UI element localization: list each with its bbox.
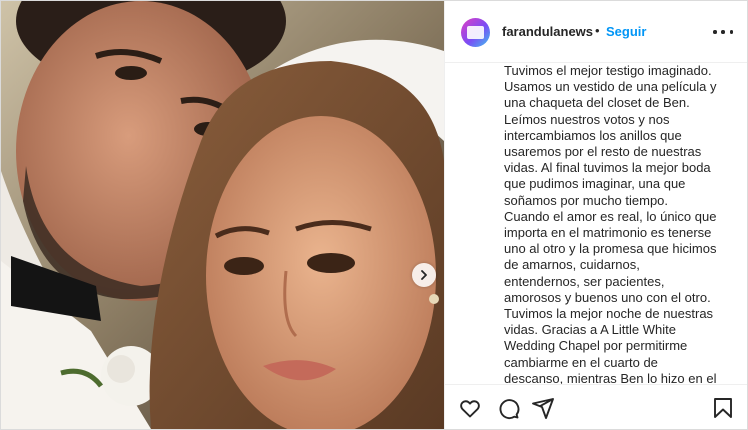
caption-line: importa en el matrimonio es tenerse <box>504 225 712 241</box>
author-username[interactable]: farandulanews <box>502 24 593 39</box>
next-image-button[interactable] <box>412 263 436 287</box>
paper-plane-icon[interactable] <box>531 396 555 420</box>
post-caption: Tuvimos el mejor testigo imaginado. Usamo… <box>504 63 734 384</box>
caption-line: uno al otro y la promesa que hicimos <box>504 241 717 257</box>
caption-line: intercambiamos los anillos que <box>504 127 682 143</box>
caption-line: de amarnos, cuidarnos, <box>504 257 640 273</box>
follow-button[interactable]: Seguir <box>606 24 646 39</box>
caption-line: Cuando el amor es real, lo único que <box>504 208 717 224</box>
instagram-post: farandulanews • Seguir Tuvimos el mejor … <box>0 0 748 430</box>
caption-line: Usamos un vestido de una película y <box>504 79 717 95</box>
caption-line: que pudimos imaginar, una que <box>504 176 686 192</box>
couple-selfie-image <box>1 1 444 429</box>
caption-line: entendernos, ser pacientes, <box>504 273 665 289</box>
caption-line: soñamos por mucho tiempo. <box>504 192 669 208</box>
caption-line: Wedding Chapel por permitirme <box>504 338 688 354</box>
chevron-right-icon <box>421 270 427 280</box>
caption-line: vidas. Al final tuvimos la mejor boda <box>504 160 711 176</box>
heart-icon[interactable] <box>458 396 482 420</box>
more-options-icon[interactable] <box>713 24 733 40</box>
caption-line: Tuvimos el mejor testigo imaginado. <box>504 63 712 78</box>
comment-bubble-icon[interactable] <box>496 396 520 420</box>
caption-line: Tuvimos la mejor noche de nuestras <box>504 306 714 322</box>
caption-line: una chaqueta del closet de Ben. <box>504 95 690 111</box>
action-bar <box>445 384 747 429</box>
avatar-logo <box>467 26 484 39</box>
post-sidebar: farandulanews • Seguir Tuvimos el mejor … <box>444 1 747 429</box>
separator-dot: • <box>595 23 600 38</box>
caption-line: cambiarme en el cuarto de <box>504 354 658 370</box>
author-avatar[interactable] <box>461 18 490 47</box>
bookmark-icon[interactable] <box>711 396 735 420</box>
caption-line: usaremos por el resto de nuestras <box>504 144 702 160</box>
post-photo <box>1 1 444 429</box>
post-header: farandulanews • Seguir <box>445 1 747 63</box>
caption-line: descanso, mientras Ben lo hizo en el <box>504 370 717 384</box>
caption-line: vidas. Gracias a A Little White <box>504 322 676 338</box>
caption-line: amorosos y buenos uno con el otro. <box>504 289 711 305</box>
caption-line: Leímos nuestros votos y nos <box>504 111 670 127</box>
